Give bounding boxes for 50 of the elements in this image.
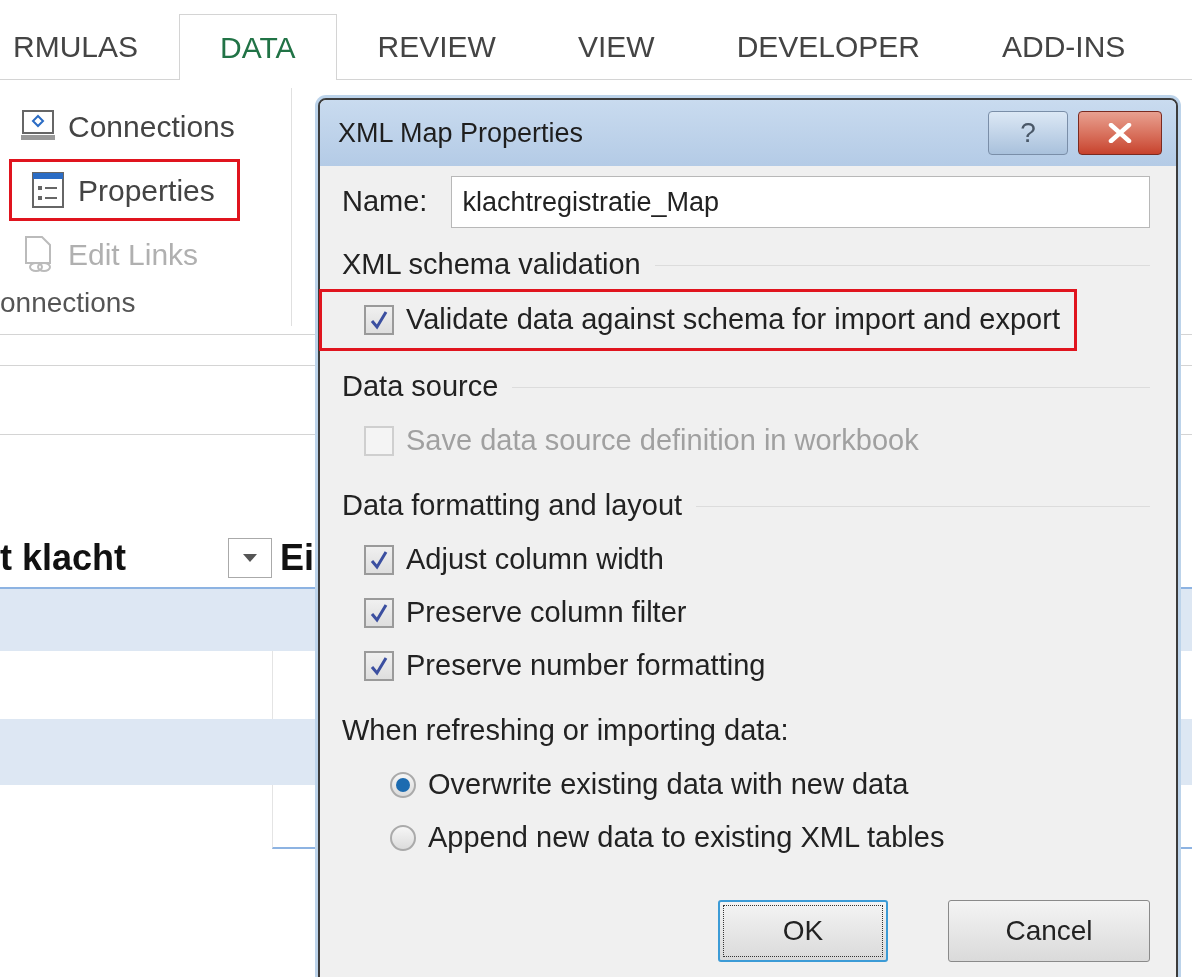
ribbon-tab[interactable]: ADD-INS bbox=[961, 13, 1167, 79]
checkbox[interactable] bbox=[364, 305, 394, 335]
option-label: Preserve number formatting bbox=[406, 647, 766, 683]
section-heading: XML schema validation bbox=[342, 247, 641, 283]
column-header: Ei bbox=[280, 536, 314, 580]
ribbon-tab[interactable]: VIEW bbox=[536, 13, 696, 79]
option-label: Validate data against schema for import and export bbox=[406, 302, 1060, 338]
ribbon-button[interactable]: Properties bbox=[12, 162, 237, 218]
option-row[interactable]: Adjust column width bbox=[364, 533, 664, 586]
help-button[interactable]: ? bbox=[988, 111, 1068, 155]
check-mark-icon bbox=[370, 310, 388, 330]
checkbox[interactable] bbox=[364, 544, 394, 575]
connections-icon bbox=[20, 109, 56, 143]
name-label: Name: bbox=[342, 184, 428, 220]
checkbox[interactable] bbox=[364, 650, 394, 681]
section-heading: Data source bbox=[342, 369, 499, 405]
dropdown-arrow-icon bbox=[243, 554, 257, 562]
ribbon-tab[interactable]: DEVELOPER bbox=[695, 13, 962, 79]
column-header: t klacht bbox=[0, 536, 128, 580]
radio-button[interactable] bbox=[390, 824, 416, 851]
option-row[interactable]: Overwrite existing data with new data bbox=[390, 758, 909, 811]
ribbon-tab[interactable]: DATA bbox=[179, 14, 337, 80]
check-mark-icon bbox=[370, 549, 388, 570]
option-label: Preserve column filter bbox=[406, 594, 687, 630]
option-row[interactable]: Append new data to existing XML tables bbox=[390, 811, 945, 864]
group-label: onnections bbox=[0, 287, 136, 318]
option-row[interactable]: Preserve number formatting bbox=[364, 639, 766, 692]
close-icon bbox=[1107, 123, 1133, 143]
radio-button[interactable] bbox=[390, 771, 416, 798]
option-label: Adjust column width bbox=[406, 541, 664, 577]
check-mark-icon bbox=[370, 655, 388, 676]
ribbon-button[interactable]: Connections bbox=[12, 98, 243, 154]
dialog-button[interactable]: OK bbox=[718, 900, 888, 962]
section-heading: When refreshing or importing data: bbox=[342, 713, 789, 749]
option-row[interactable]: Preserve column filter bbox=[364, 586, 687, 639]
check-mark-icon bbox=[370, 602, 388, 623]
ribbon-tab[interactable]: RMULAS bbox=[0, 13, 180, 79]
dialog-title: XML Map Properties bbox=[338, 116, 585, 150]
option-label: Append new data to existing XML tables bbox=[428, 819, 945, 855]
checkbox[interactable] bbox=[364, 597, 394, 628]
option-label: Save data source definition in workbook bbox=[406, 422, 919, 458]
option-row[interactable]: Validate data against schema for import and export bbox=[322, 292, 1074, 348]
section-heading: Data formatting and layout bbox=[342, 488, 683, 524]
properties-icon bbox=[30, 171, 66, 209]
name-field[interactable]: klachtregistratie_Map bbox=[451, 176, 1150, 228]
dialog-button[interactable]: Cancel bbox=[948, 900, 1150, 962]
filter-button[interactable] bbox=[228, 538, 272, 578]
ribbon-tab[interactable]: REVIEW bbox=[336, 13, 537, 79]
close-button[interactable] bbox=[1078, 111, 1162, 155]
option-label: Overwrite existing data with new data bbox=[428, 766, 909, 802]
